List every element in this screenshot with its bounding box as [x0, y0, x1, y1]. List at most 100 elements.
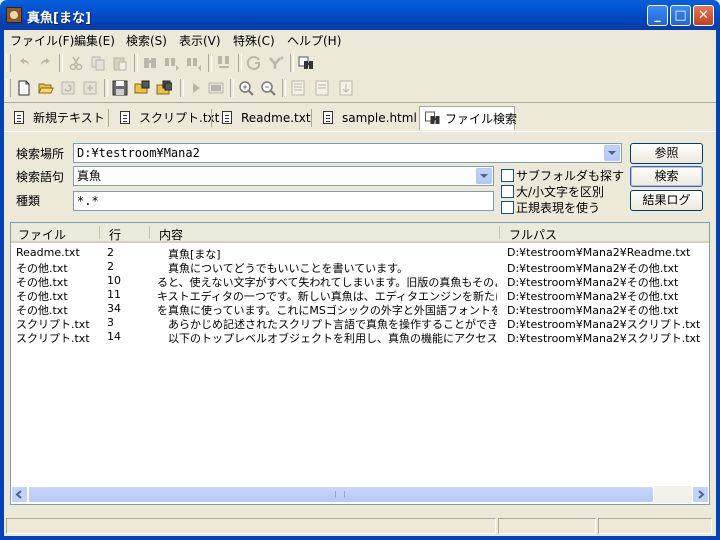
menu-special[interactable]: 特殊(C)	[233, 32, 275, 49]
save-icon[interactable]	[112, 80, 128, 96]
tab-label: ファイル検索	[445, 112, 518, 126]
menu-help[interactable]: ヘルプ(H)	[287, 32, 341, 49]
menu-search[interactable]: 検索(S)	[126, 32, 167, 49]
zoom-out-icon[interactable]	[260, 80, 276, 96]
table-row[interactable]: Readme.txt 2 真魚[まな] D:¥testroom¥Mana2¥Read…	[11, 246, 709, 261]
column-divider[interactable]	[99, 226, 100, 239]
open-folder-icon[interactable]	[38, 80, 54, 96]
find-prev-icon[interactable]	[186, 55, 202, 71]
tab-separator	[108, 109, 109, 127]
search-button[interactable]: 検索	[630, 166, 703, 187]
horizontal-scrollbar[interactable]	[11, 486, 709, 503]
document-icon	[323, 111, 333, 124]
location-value: D:¥testroom¥Mana2	[77, 146, 200, 160]
type-field[interactable]: *.*	[73, 191, 494, 211]
scroll-thumb[interactable]	[28, 486, 654, 503]
term-value: 真魚	[77, 169, 102, 183]
close-icon: ✕	[698, 8, 709, 23]
chevron-down-icon[interactable]	[476, 168, 492, 184]
app-icon	[6, 7, 22, 23]
table-row[interactable]: その他.txt 2 真魚についてどうでもいいことを書いています。 D:¥testro…	[11, 260, 709, 275]
redo-icon[interactable]	[38, 55, 54, 71]
toolbar-separator	[208, 54, 212, 72]
browse-button[interactable]: 参照	[630, 143, 703, 164]
column-header-path[interactable]: フルパス	[509, 226, 557, 243]
document-arrow-icon[interactable]	[338, 80, 354, 96]
toolbar-grip[interactable]	[6, 54, 11, 72]
column-header-file[interactable]: ファイル	[18, 226, 66, 243]
document-icon	[222, 111, 232, 124]
table-row[interactable]: スクリプト.txt 3 あらかじめ記述されたスクリプト言語で真魚を操作することがで…	[11, 316, 709, 331]
column-divider[interactable]	[149, 226, 150, 239]
location-label: 検索場所	[16, 147, 65, 161]
tab-separator	[211, 109, 212, 127]
paste-icon[interactable]	[112, 55, 128, 71]
term-combobox[interactable]: 真魚	[73, 166, 494, 186]
tab-separator	[311, 109, 312, 127]
console-icon[interactable]	[208, 80, 224, 96]
document-list-icon[interactable]	[314, 80, 330, 96]
new-file-icon[interactable]	[16, 80, 32, 96]
menu-view[interactable]: 表示(V)	[179, 32, 221, 49]
save-all-icon[interactable]	[156, 80, 172, 96]
window-title: 真魚[まな]	[27, 11, 91, 26]
table-row[interactable]: その他.txt 11 キストエディタの一つです。新しい真魚は、エディタエンジンを新た…	[11, 288, 709, 303]
close-button[interactable]: ✕	[693, 5, 714, 26]
cell-line: 11	[107, 288, 121, 301]
table-row[interactable]: スクリプト.txt 14 以下のトップレベルオブジェクトを利用し、真魚の機能にアク…	[11, 330, 709, 345]
menu-file[interactable]: ファイル(F)	[10, 32, 74, 49]
column-header-content[interactable]: 内容	[159, 226, 183, 243]
regex-checkbox[interactable]	[501, 201, 514, 214]
scroll-right-button[interactable]	[692, 486, 709, 503]
type-value: *.*	[77, 194, 99, 208]
chevron-right-icon	[698, 490, 705, 499]
column-divider[interactable]	[499, 226, 500, 239]
replace-icon[interactable]	[216, 55, 232, 71]
result-log-button[interactable]: 結果ログ	[630, 190, 703, 211]
find-next-icon[interactable]	[164, 55, 180, 71]
toolbar-grip[interactable]	[6, 79, 11, 97]
location-combobox[interactable]: D:¥testroom¥Mana2	[73, 143, 622, 163]
results-list[interactable]: ファイル 行 内容 フルパス Readme.txt 2 真魚[まな] D:¥test…	[10, 222, 710, 505]
find-icon[interactable]	[142, 55, 158, 71]
google-search-icon[interactable]	[246, 55, 262, 71]
cut-icon[interactable]	[68, 55, 84, 71]
save-as-icon[interactable]	[134, 80, 150, 96]
scroll-left-button[interactable]	[11, 486, 28, 503]
cell-line: 14	[107, 330, 121, 343]
table-row[interactable]: その他.txt 34 を真魚に使っています。これにMSゴシックの外字と外国語フォント…	[11, 302, 709, 317]
reopen-icon[interactable]	[82, 80, 98, 96]
tab-label: sample.html	[342, 111, 417, 125]
document-icon	[120, 111, 130, 124]
status-pane-2	[498, 518, 596, 534]
run-icon[interactable]	[188, 80, 204, 96]
copy-icon[interactable]	[90, 55, 106, 71]
thumb-grip	[335, 491, 345, 498]
yahoo-search-icon[interactable]	[268, 55, 284, 71]
tab-file-search[interactable]: ファイル検索	[419, 106, 518, 130]
toolbar-separator	[180, 79, 184, 97]
table-row[interactable]: その他.txt 10 ると、使えない文字がすべて失われてしまいます。旧版の真魚もその…	[11, 274, 709, 289]
undo-icon[interactable]	[16, 55, 32, 71]
column-header-line[interactable]: 行	[109, 226, 121, 243]
document-icon[interactable]	[290, 80, 306, 96]
cell-line: 34	[107, 302, 121, 315]
cell-line: 2	[107, 246, 114, 259]
toolbar-separator	[104, 79, 108, 97]
reload-icon[interactable]	[60, 80, 76, 96]
zoom-in-icon[interactable]	[238, 80, 254, 96]
subfolder-checkbox[interactable]	[501, 169, 514, 182]
maximize-button[interactable]: □	[670, 5, 691, 26]
menu-edit[interactable]: 編集(E)	[74, 32, 115, 49]
case-checkbox[interactable]	[501, 185, 514, 198]
minimize-icon: _	[654, 8, 661, 23]
minimize-button[interactable]: _	[647, 5, 668, 26]
file-search-icon[interactable]	[298, 55, 314, 71]
tab-label: Readme.txt	[241, 111, 311, 125]
regex-label: 正規表現を使う	[516, 201, 601, 215]
status-pane-3	[598, 518, 712, 534]
maximize-icon: □	[674, 8, 687, 23]
title-bar[interactable]: 真魚[まな] _ □ ✕	[0, 0, 720, 30]
cell-line: 2	[107, 260, 114, 273]
chevron-down-icon[interactable]	[604, 145, 620, 161]
